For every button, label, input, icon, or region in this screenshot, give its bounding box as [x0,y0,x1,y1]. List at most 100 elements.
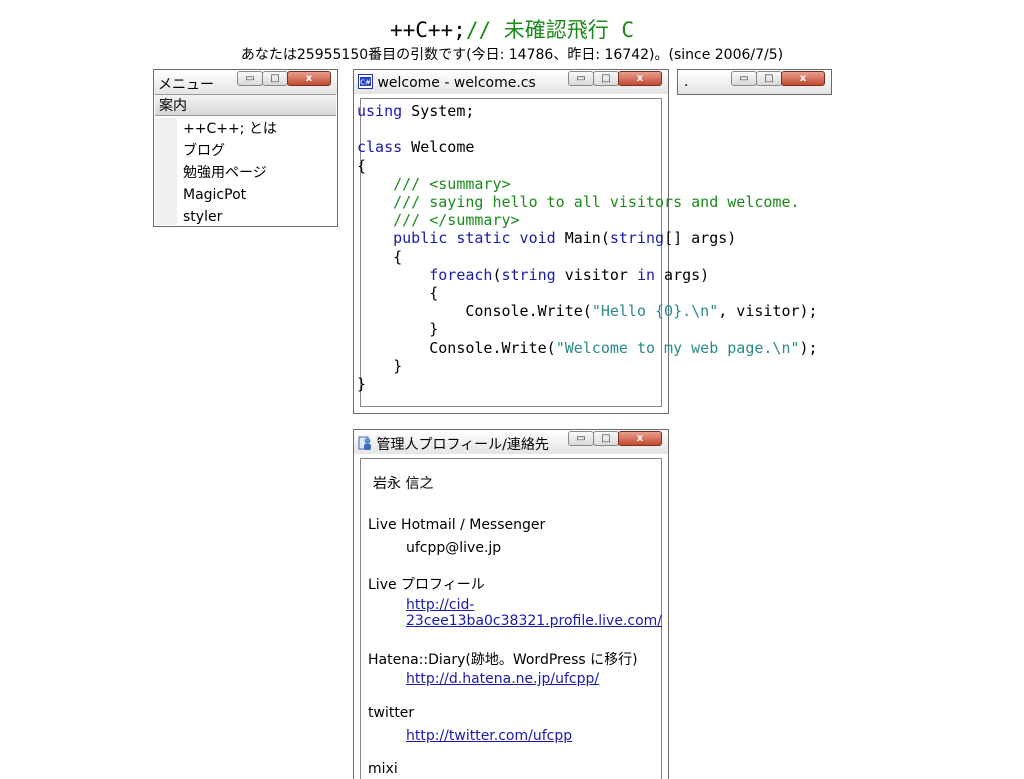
code-line: { [357,157,366,175]
menu-item-about[interactable]: ++C++; とは [177,118,336,140]
hotmail-value: ufcpp@live.jp [406,540,502,556]
csharp-file-icon: C# [358,74,373,89]
close-icon: x [636,73,644,84]
hatena-link[interactable]: http://d.hatena.ne.jp/ufcpp/ [406,671,599,687]
menu-section-header[interactable]: 案内 [155,94,336,116]
code-line: class Welcome [357,138,474,156]
maximize-icon: □ [601,73,611,84]
code-token-text: } [357,356,403,375]
menu-item-magicpot[interactable]: MagicPot [177,184,336,206]
code-line: Console.Write("Welcome to my web page.\n… [357,338,818,357]
code-token-text: } [357,375,367,394]
code-token-text: , visitor); [718,302,818,321]
minimize-button[interactable]: ▭ [731,71,757,86]
profile-window-titlebar[interactable]: 管理人プロフィール/連絡先 ▭ □ x [354,430,668,454]
close-button[interactable]: x [781,71,825,86]
close-icon: x [799,73,807,84]
code-token-text: Console.Write( [357,302,592,321]
close-button[interactable]: x [618,431,662,446]
code-token-text: System; [402,102,475,120]
code-line: } [357,375,366,393]
twitter-label: twitter [368,705,415,721]
live-profile-link-line2: 23cee13ba0c38321.profile.live.com/ [406,613,663,629]
maximize-button[interactable]: □ [593,71,619,86]
menu-window-title: メニュー [158,77,214,93]
code-line: } [357,320,438,338]
hatena-label: Hatena::Diary(跡地。WordPress に移行) [368,652,638,668]
profile-window: 管理人プロフィール/連絡先 ▭ □ x 岩永 信之 Live Hotmail /… [353,429,669,779]
code-token-keyword: foreach [429,265,493,284]
close-icon: x [305,73,313,84]
maximize-button[interactable]: □ [756,71,782,86]
code-line: /// <summary> [357,174,511,193]
code-token-text: Main( [555,229,610,248]
code-token-comment: /// <summary> [393,174,511,193]
small-window-title: . [684,74,689,90]
menu-item-styler[interactable]: styler [177,206,336,228]
visitor-counter: あなたは25955150番目の引数です(今日: 14786、昨日: 16742)… [240,47,784,63]
code-token-text: [] args) [664,229,737,248]
close-button[interactable]: x [287,71,331,86]
menu-item-blog[interactable]: ブログ [177,140,336,162]
close-icon: x [636,433,644,444]
menu-item-study[interactable]: 勉強用ページ [177,162,336,184]
minimize-button[interactable]: ▭ [237,71,263,86]
menu-window: メニュー ▭ □ x 案内 ++C++; とは ブログ 勉強用ページ Magic… [153,69,338,227]
twitter-link[interactable]: http://twitter.com/ufcpp [406,728,572,744]
small-window: . ▭ □ x [677,69,832,95]
code-token-keyword: string [609,229,665,248]
code-token-text: visitor [555,265,637,284]
site-title: ++C++;// 未確認飛行 C [0,14,1024,44]
profile-window-title: 管理人プロフィール/連絡先 [376,437,549,453]
minimize-button[interactable]: ▭ [568,71,594,86]
maximize-button[interactable]: □ [262,71,288,86]
code-token-text: } [357,320,439,339]
code-token-string: "Hello {0}.\n" [591,302,719,321]
code-line: Console.Write("Hello {0}.\n", visitor); [357,302,818,321]
hotmail-label: Live Hotmail / Messenger [368,517,546,533]
code-token-text: Welcome [402,138,475,157]
code-token-text: args) [655,265,710,284]
code-line: /// saying hello to all visitors and wel… [357,193,800,212]
window-controls: ▭ □ x [568,71,662,86]
code-token-comment: /// </summary> [393,211,520,230]
code-token-comment: /// saying hello to all visitors and wel… [393,193,800,212]
window-controls: ▭ □ x [237,71,331,86]
code-token-keyword: using [357,102,403,120]
code-token-text: { [357,247,403,266]
live-profile-label: Live プロフィール [368,577,485,593]
code-token-keyword: in [636,265,656,284]
code-line: using System; [357,102,474,120]
profile-name: 岩永 信之 [373,476,434,492]
code-token-string: "Welcome to my web page.\n" [555,338,800,357]
window-controls: ▭ □ x [568,431,662,446]
code-token-keyword: public static void [393,229,556,248]
welcome-window-titlebar[interactable]: C# welcome - welcome.cs ▭ □ x [354,70,668,94]
menu-list: ++C++; とは ブログ 勉強用ページ MagicPot styler [155,118,336,225]
window-controls: ▭ □ x [731,71,825,86]
maximize-icon: □ [601,433,611,444]
minimize-button[interactable]: ▭ [568,431,594,446]
close-button[interactable]: x [618,71,662,86]
svg-text:C#: C# [360,79,371,87]
menu-window-titlebar[interactable]: メニュー ▭ □ x [154,70,337,94]
code-line: { [357,284,438,302]
code-line: { [357,248,402,266]
profile-icon [358,436,371,450]
live-profile-link-line1: http://cid- [406,597,475,613]
minimize-icon: ▭ [576,433,586,444]
small-window-titlebar[interactable]: . ▭ □ x [678,70,831,94]
minimize-icon: ▭ [245,73,255,84]
maximize-icon: □ [764,73,774,84]
code-token-text: { [357,284,439,303]
maximize-button[interactable]: □ [593,431,619,446]
code-token-keyword: class [357,138,403,157]
live-profile-link[interactable]: http://cid- 23cee13ba0c38321.profile.live… [406,597,662,629]
code-token-text: ); [799,338,818,357]
next-label: mixi [368,761,398,777]
